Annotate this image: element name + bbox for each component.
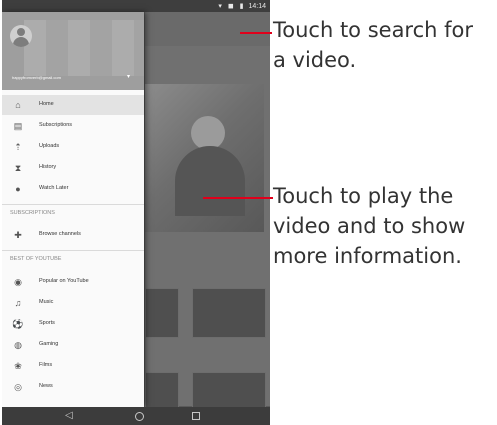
- avatar[interactable]: [10, 25, 32, 47]
- drawer-item-watch-later[interactable]: ● Watch Later: [2, 179, 144, 199]
- drawer-item-label: Uploads: [39, 143, 60, 149]
- gaming-icon: ◍: [14, 340, 22, 350]
- video-thumbnail[interactable]: [192, 288, 266, 338]
- drawer-item-label: Sports: [39, 320, 55, 326]
- callout-line-search: [240, 32, 272, 34]
- drawer-item-label: Home: [39, 101, 54, 107]
- chevron-down-icon[interactable]: ▾: [127, 73, 130, 80]
- add-circle-icon: ✚: [14, 230, 22, 240]
- avatar-body: [13, 37, 29, 47]
- drawer-account-header: happyfromverb@gmail.com ▾: [2, 12, 144, 90]
- home-icon: ⌂: [15, 100, 21, 110]
- drawer-item-label: Music: [39, 299, 54, 305]
- subscriptions-icon: ▤: [13, 121, 23, 131]
- video-thumbnail[interactable]: [145, 372, 179, 408]
- status-indicator-icons: ▾ ◼ ▮: [218, 3, 246, 10]
- status-time: 14:14: [248, 3, 266, 10]
- drawer-item-label: Subscriptions: [39, 122, 73, 128]
- section-title-best-of-youtube: BEST OF YOUTUBE: [10, 256, 62, 262]
- video-person-body: [175, 146, 245, 216]
- drawer-item-films[interactable]: ❀ Films: [2, 356, 144, 376]
- navigation-drawer: happyfromverb@gmail.com ▾ ⌂ Home ▤ Subsc…: [2, 12, 144, 407]
- callout-line-play: [203, 197, 273, 199]
- callout-play-text: Touch to play the video and to show more…: [273, 184, 466, 268]
- drawer-item-label: Gaming: [39, 341, 59, 347]
- youtube-app-bar[interactable]: [145, 12, 270, 46]
- section-title-subscriptions: SUBSCRIPTIONS: [10, 210, 55, 216]
- films-icon: ❀: [14, 361, 22, 371]
- featured-video-thumbnail[interactable]: [145, 84, 264, 232]
- history-icon: ⧗: [14, 163, 22, 173]
- drawer-item-browse-channels[interactable]: ✚ Browse channels: [2, 225, 144, 245]
- callout-search-text: Touch to search for a video.: [273, 18, 474, 72]
- drawer-item-label: Browse channels: [39, 231, 81, 237]
- drawer-item-history[interactable]: ⧗ History: [2, 158, 144, 178]
- drawer-item-label: News: [39, 383, 53, 389]
- drawer-item-gaming[interactable]: ◍ Gaming: [2, 335, 144, 355]
- drawer-item-subscriptions[interactable]: ▤ Subscriptions: [2, 116, 144, 136]
- video-thumbnail[interactable]: [192, 372, 266, 408]
- recent-apps-icon[interactable]: [192, 412, 200, 420]
- header-background-art: [24, 20, 144, 76]
- home-circle-icon[interactable]: [135, 412, 144, 421]
- drawer-item-label: Films: [39, 362, 53, 368]
- drawer-item-label: History: [39, 164, 57, 170]
- clock-icon: ●: [15, 184, 21, 194]
- drawer-item-home[interactable]: ⌂ Home: [2, 95, 144, 115]
- drawer-item-uploads[interactable]: ⇡ Uploads: [2, 137, 144, 157]
- drawer-item-music[interactable]: ♫ Music: [2, 293, 144, 313]
- sports-icon: ⚽: [12, 319, 24, 329]
- popular-icon: ◉: [14, 277, 22, 287]
- avatar-head: [17, 28, 25, 36]
- drawer-item-label: Popular on YouTube: [39, 278, 89, 284]
- music-icon: ♫: [14, 298, 22, 308]
- status-icons: ▾ ◼ ▮ 14:14: [218, 2, 266, 10]
- drawer-item-sports[interactable]: ⚽ Sports: [2, 314, 144, 334]
- news-icon: ◎: [14, 382, 22, 392]
- drawer-item-news[interactable]: ◎ News: [2, 377, 144, 397]
- account-email[interactable]: happyfromverb@gmail.com: [12, 75, 61, 80]
- status-bar: ▾ ◼ ▮ 14:14: [2, 0, 270, 12]
- video-thumbnail[interactable]: [145, 288, 179, 338]
- phone-screen: ▾ ◼ ▮ 14:14 happyfromverb@gmail.com ▾ ⌂ H…: [2, 0, 270, 425]
- divider: [2, 250, 144, 251]
- drawer-item-popular[interactable]: ◉ Popular on YouTube: [2, 272, 144, 292]
- back-icon[interactable]: ◁: [65, 410, 73, 421]
- system-nav-bar: ◁: [2, 407, 270, 425]
- video-person-head: [191, 116, 225, 150]
- divider: [2, 204, 144, 205]
- drawer-item-label: Watch Later: [39, 185, 69, 191]
- upload-icon: ⇡: [14, 142, 22, 152]
